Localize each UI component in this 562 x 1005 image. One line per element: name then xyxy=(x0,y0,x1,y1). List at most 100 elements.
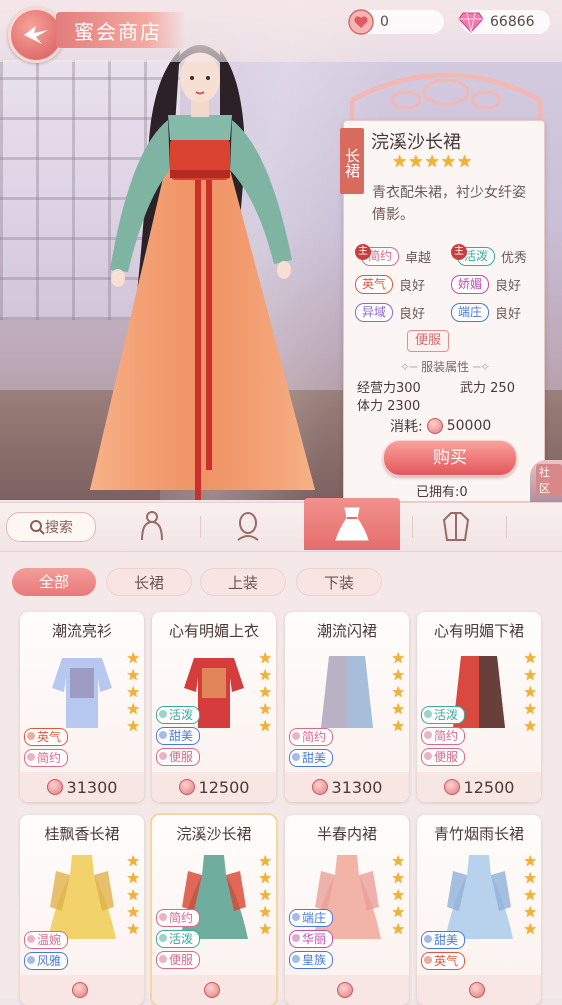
item-card-name: 心有明媚上衣 xyxy=(168,622,259,640)
stat-force: 武力 250 xyxy=(460,377,515,396)
item-card-tags: 温婉 风雅 xyxy=(24,931,69,970)
item-card-name: 浣溪沙长裙 xyxy=(176,825,252,843)
item-card-tags: 简约 甜美 xyxy=(289,728,334,767)
item-card[interactable]: 心有明媚上衣 ★ ★ ★ ★ ★ 活泼 甜美 便服 12500 xyxy=(152,612,276,802)
attribute-pill: 主活泼 xyxy=(451,243,496,266)
character-model[interactable] xyxy=(70,20,330,500)
star-icon: ★ xyxy=(391,869,405,887)
search-button[interactable]: 搜索 xyxy=(6,512,96,542)
item-card-price: 12500 xyxy=(152,772,276,802)
style-tag: 端庄 xyxy=(289,909,334,927)
buy-button[interactable]: 购买 xyxy=(383,440,517,476)
swallow-back-icon xyxy=(24,26,48,44)
filter-long-dress[interactable]: 长裙 xyxy=(106,568,192,596)
tab-dress[interactable] xyxy=(304,498,400,550)
attribute-grade: 良好 xyxy=(495,306,522,322)
attribute-1: 主活泼 优秀 xyxy=(451,243,528,266)
star-icon: ★ xyxy=(391,700,405,718)
star-icon: ★ xyxy=(126,700,140,718)
coat-icon xyxy=(442,512,470,541)
attr-section-label: 服装属性 xyxy=(421,360,470,374)
item-card[interactable]: 潮流闪裙 ★ ★ ★ ★ ★ 简约 甜美 31300 xyxy=(285,612,409,802)
star-icon: ★ xyxy=(523,700,537,718)
heart-coin-icon xyxy=(204,982,220,998)
star-icon: ★ xyxy=(457,152,473,172)
heart-coin-icon xyxy=(178,779,195,795)
section-title: ✧─ 服装属性 ─✧ xyxy=(400,360,491,374)
star-icon: ★ xyxy=(523,717,537,735)
attribute-pill: 主简约 xyxy=(355,243,400,266)
star-icon: ★ xyxy=(258,920,272,938)
item-card-price: 12500 xyxy=(417,772,541,802)
heart-coin-icon xyxy=(311,779,328,795)
item-card[interactable]: 半春内裙 ★ ★ ★ ★ ★ 端庄 华丽 皇族 xyxy=(285,815,409,1005)
face-icon xyxy=(237,512,259,541)
main-attribute-marker: 主 xyxy=(355,243,371,260)
filter-tops[interactable]: 上装 xyxy=(200,568,286,596)
item-card-tags: 活泼 甜美 便服 xyxy=(156,706,201,766)
star-icon: ★ xyxy=(523,920,537,938)
item-card-name: 半春内裙 xyxy=(316,825,377,843)
page-title: 蜜会商店 xyxy=(56,12,186,48)
star-icon: ★ xyxy=(258,666,272,684)
star-icon: ★ xyxy=(126,886,140,904)
item-card-price xyxy=(417,975,541,1005)
item-stars: ★ ★ ★ ★ ★ xyxy=(392,154,472,171)
item-card-price-value: 12500 xyxy=(463,777,515,797)
attribute-pill: 英气 xyxy=(355,274,394,294)
style-tag: 甜美 xyxy=(421,931,466,949)
casual-badge: 便服 xyxy=(407,330,449,352)
item-card[interactable]: 心有明媚下裙 ★ ★ ★ ★ ★ 活泼 简约 便服 12500 xyxy=(417,612,541,802)
star-icon: ★ xyxy=(126,920,140,938)
tab-face[interactable] xyxy=(200,504,296,548)
diamond-currency[interactable]: 66866 xyxy=(458,10,550,34)
attribute-grade: 良好 xyxy=(495,278,522,294)
star-icon: ★ xyxy=(126,666,140,684)
item-card-stars: ★ ★ ★ ★ ★ xyxy=(392,853,405,937)
style-tag: 英气 xyxy=(421,952,466,970)
item-card-price: 31300 xyxy=(285,772,409,802)
item-card[interactable]: 浣溪沙长裙 ★ ★ ★ ★ ★ 简约 活泼 便服 xyxy=(152,815,276,1005)
star-icon: ★ xyxy=(126,869,140,887)
attribute-pill: 娇媚 xyxy=(451,274,490,294)
item-card[interactable]: 潮流亮衫 ★ ★ ★ ★ ★ 英气 简约 31300 xyxy=(20,612,144,802)
tab-coat[interactable] xyxy=(408,504,504,548)
heart-coin-icon xyxy=(46,779,63,795)
item-card-price xyxy=(20,975,144,1005)
heart-currency[interactable]: 0 xyxy=(348,9,444,35)
style-tag: 简约 xyxy=(289,728,334,746)
stat-stamina-value: 2300 xyxy=(387,399,421,414)
stat-stamina: 体力 2300 xyxy=(357,395,420,414)
attribute-label: 英气 xyxy=(362,276,387,291)
attribute-grade: 优秀 xyxy=(501,250,528,266)
tab-divider xyxy=(506,516,507,538)
style-tag: 简约 xyxy=(421,727,466,745)
item-card-stars: ★ ★ ★ ★ ★ xyxy=(524,853,537,937)
item-card[interactable]: 青竹烟雨长裙 ★ ★ ★ ★ ★ 甜美 英气 xyxy=(417,815,541,1005)
style-tag: 便服 xyxy=(421,748,466,766)
style-tag: 英气 xyxy=(24,728,69,746)
style-tag: 简约 xyxy=(156,909,201,927)
item-card-tags: 简约 活泼 便服 xyxy=(156,909,201,969)
star-icon: ★ xyxy=(391,852,405,870)
tab-hairstyle[interactable] xyxy=(104,504,200,548)
filter-bottoms[interactable]: 下装 xyxy=(296,568,382,596)
item-card-price-value: 31300 xyxy=(331,777,383,797)
star-icon: ★ xyxy=(523,649,537,667)
style-tag: 甜美 xyxy=(156,727,201,745)
attribute-3: 娇媚 良好 xyxy=(451,274,521,294)
stat-force-value: 250 xyxy=(490,381,515,396)
category-tag: 长裙 xyxy=(340,128,364,194)
star-icon: ★ xyxy=(391,666,405,684)
community-label: 社区 xyxy=(536,464,562,496)
item-card-stars: ★ ★ ★ ★ ★ xyxy=(392,650,405,734)
star-icon: ★ xyxy=(523,852,537,870)
heart-coin-icon xyxy=(469,982,485,998)
filter-all[interactable]: 全部 xyxy=(12,568,96,596)
diamond-currency-value: 66866 xyxy=(490,14,535,30)
item-card[interactable]: 桂飘香长裙 ★ ★ ★ ★ ★ 温婉 风雅 xyxy=(20,815,144,1005)
attribute-grade: 良好 xyxy=(399,306,426,322)
main-attribute-marker: 主 xyxy=(451,243,467,260)
style-tag: 皇族 xyxy=(289,951,334,969)
star-icon: ★ xyxy=(523,903,537,921)
